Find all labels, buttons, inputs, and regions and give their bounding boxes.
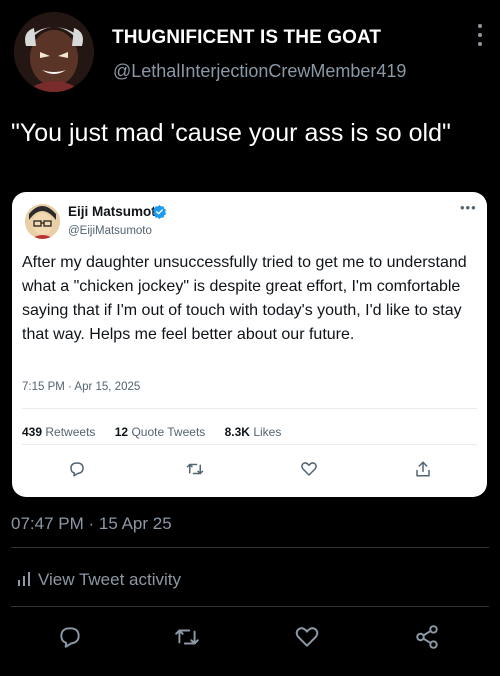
more-options-icon[interactable] bbox=[477, 24, 483, 50]
likes-count: 8.3K bbox=[224, 425, 250, 439]
divider bbox=[22, 444, 477, 445]
retweets-stat[interactable]: 439 Retweets bbox=[22, 425, 95, 439]
tweet-text: "You just mad 'cause your ass is so old" bbox=[11, 119, 451, 147]
retweets-label: Retweets bbox=[45, 425, 96, 439]
like-icon[interactable] bbox=[300, 460, 318, 478]
author-avatar[interactable] bbox=[14, 12, 94, 92]
tweet-timestamp[interactable]: 07:47 PM · 15 Apr 25 bbox=[11, 514, 172, 534]
reply-icon[interactable] bbox=[68, 460, 86, 478]
retweets-count: 439 bbox=[22, 425, 43, 439]
divider bbox=[22, 408, 477, 409]
share-icon[interactable] bbox=[414, 624, 440, 650]
likes-stat[interactable]: 8.3K Likes bbox=[225, 425, 282, 439]
view-tweet-activity-link[interactable]: View Tweet activity bbox=[18, 570, 181, 590]
author-display-name[interactable]: THUGNIFICENT IS THE GOAT bbox=[112, 27, 381, 49]
verified-badge-icon bbox=[152, 204, 167, 219]
author-handle[interactable]: @LethalInterjectionCrewMember419 bbox=[113, 61, 406, 82]
quoted-author-avatar[interactable] bbox=[25, 204, 60, 239]
reply-icon[interactable] bbox=[57, 624, 83, 650]
likes-label: Likes bbox=[253, 425, 282, 439]
share-icon[interactable] bbox=[414, 460, 432, 478]
divider bbox=[11, 606, 489, 607]
quote-tweets-count: 12 bbox=[114, 425, 129, 439]
quoted-author-handle[interactable]: @EijiMatsumoto bbox=[68, 225, 152, 237]
like-icon[interactable] bbox=[294, 624, 320, 650]
activity-chart-icon bbox=[18, 572, 30, 586]
retweet-icon[interactable] bbox=[186, 460, 204, 478]
divider bbox=[11, 547, 489, 548]
quoted-author-name[interactable]: Eiji Matsumoto bbox=[68, 204, 164, 219]
activity-label: View Tweet activity bbox=[38, 570, 181, 589]
quoted-tweet-text: After my daughter unsuccessfully tried t… bbox=[22, 254, 467, 343]
quote-tweets-label: Quote Tweets bbox=[131, 425, 206, 439]
quoted-more-icon[interactable]: ••• bbox=[460, 200, 477, 215]
retweet-icon[interactable] bbox=[174, 624, 200, 650]
quoted-tweet-card[interactable]: Eiji Matsumoto @EijiMatsumoto ••• After … bbox=[12, 192, 487, 497]
quoted-tweet-stats: 439 Retweets 12 Quote Tweets 8.3K Likes bbox=[22, 425, 297, 439]
quoted-tweet-time[interactable]: 7:15 PM · Apr 15, 2025 bbox=[22, 381, 140, 393]
quote-tweets-stat[interactable]: 12 Quote Tweets bbox=[115, 425, 206, 439]
